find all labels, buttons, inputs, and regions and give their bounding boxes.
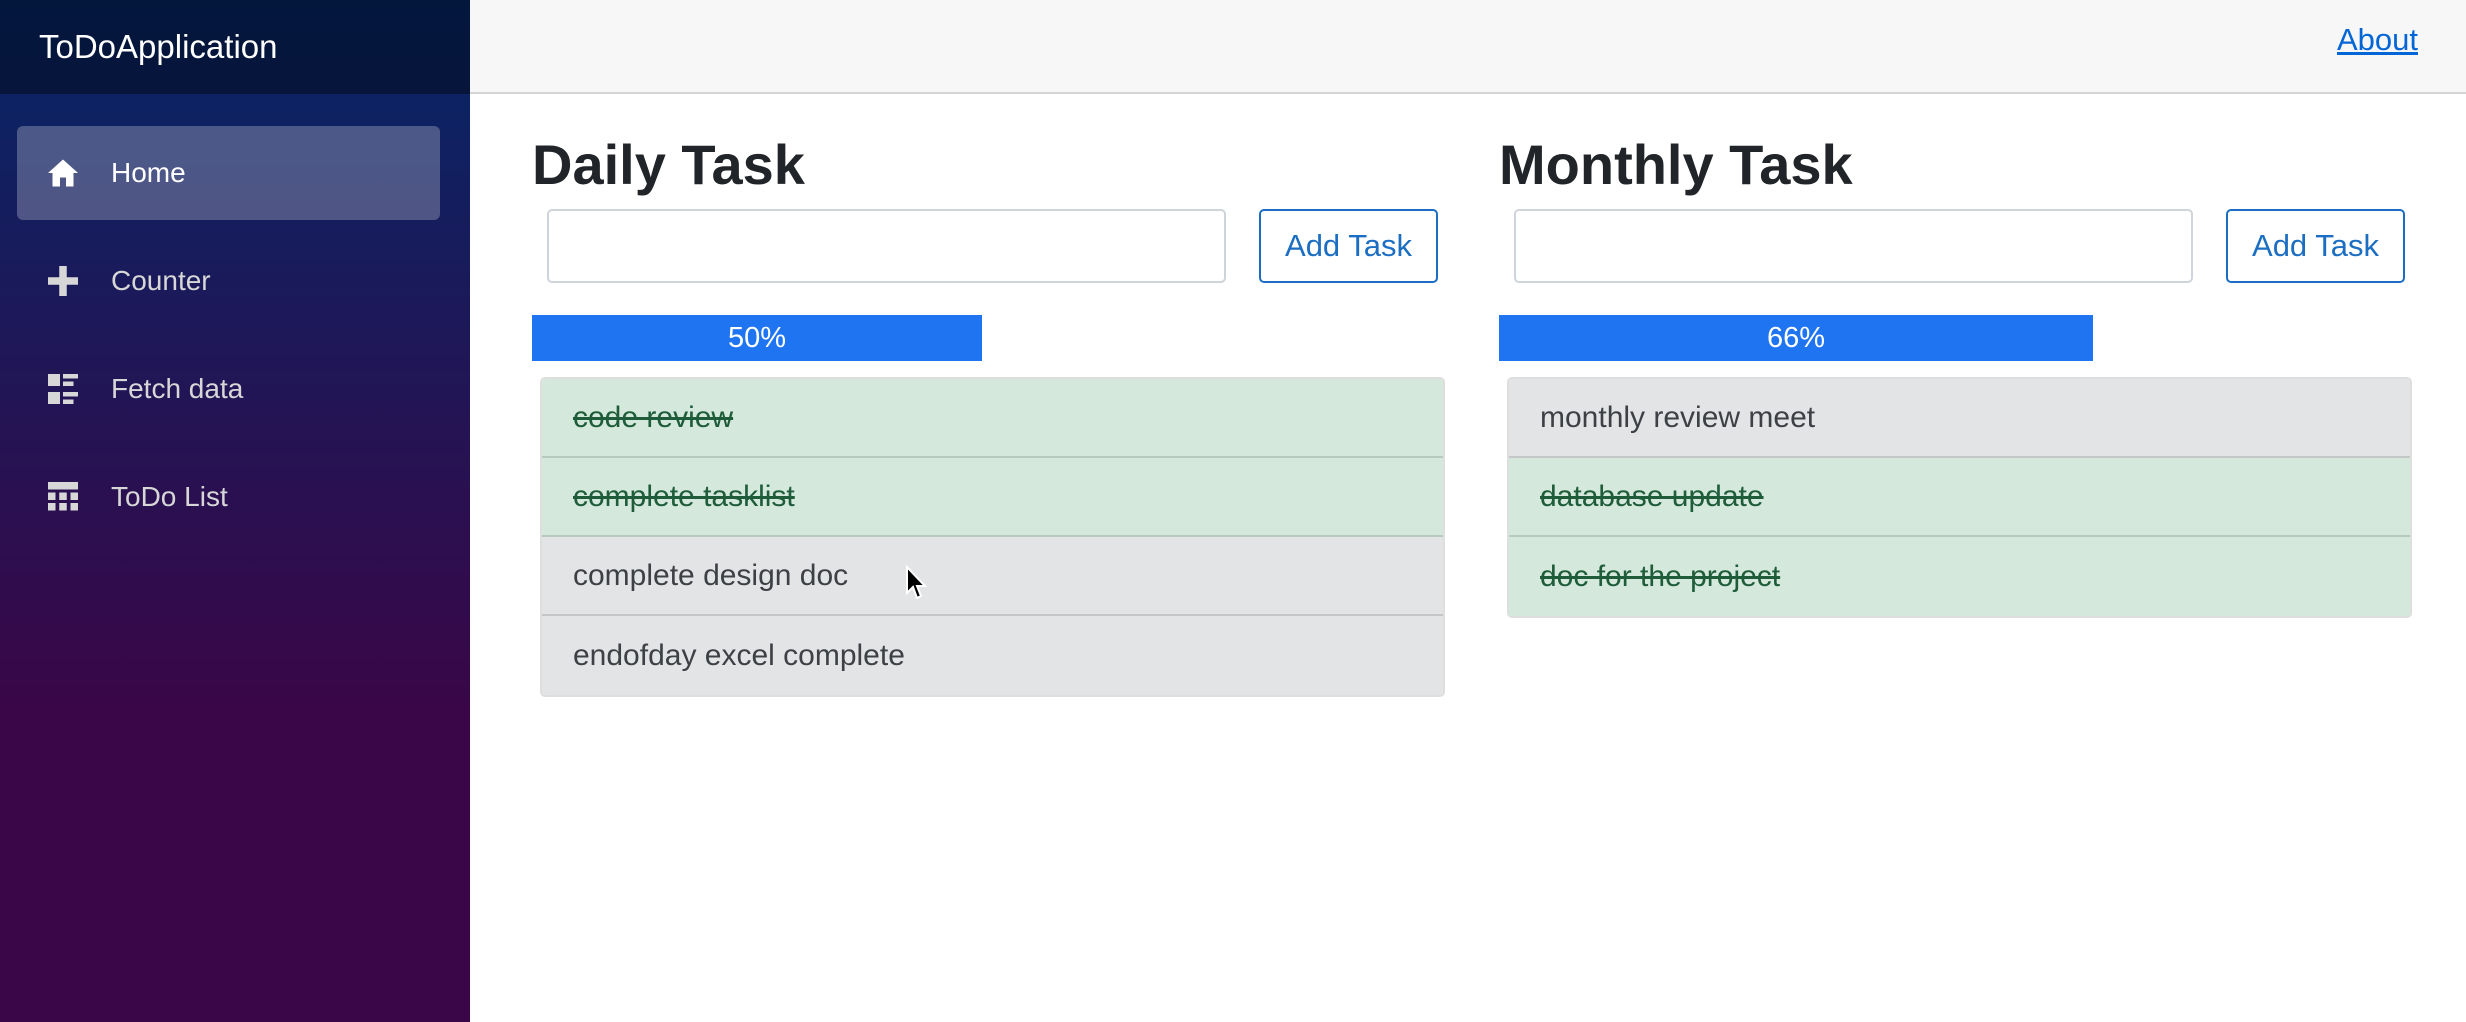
sidebar-item-label: ToDo List xyxy=(111,481,228,512)
sidebar-item-counter[interactable]: Counter xyxy=(17,234,440,328)
list-item[interactable]: database update xyxy=(1509,458,2410,537)
sidebar-item-label: Home xyxy=(111,157,186,188)
sidebar: ToDoApplication Home Counter Fetch data … xyxy=(0,0,470,1022)
daily-task-panel: Daily Task Add Task 50% code review comp… xyxy=(532,125,1445,697)
about-link[interactable]: About xyxy=(2337,22,2418,58)
monthly-progress: 66% xyxy=(1499,315,2399,361)
monthly-add-task-button[interactable]: Add Task xyxy=(2226,209,2405,283)
list-item[interactable]: monthly review meet xyxy=(1509,379,2410,458)
mouse-cursor-icon xyxy=(906,565,927,600)
list-item[interactable]: endofday excel complete xyxy=(542,616,1443,695)
daily-task-list: code review complete tasklist complete d… xyxy=(540,377,1445,697)
monthly-task-title: Monthly Task xyxy=(1499,133,1853,196)
list-rich-icon xyxy=(45,371,81,407)
daily-add-task-button[interactable]: Add Task xyxy=(1259,209,1438,283)
monthly-task-input[interactable] xyxy=(1514,209,2193,283)
daily-task-input[interactable] xyxy=(547,209,1226,283)
daily-progress: 50% xyxy=(532,315,1432,361)
list-item[interactable]: complete tasklist xyxy=(542,458,1443,537)
sidebar-item-fetch-data[interactable]: Fetch data xyxy=(17,342,440,436)
brand-title[interactable]: ToDoApplication xyxy=(39,28,277,66)
daily-progress-bar: 50% xyxy=(532,315,982,361)
list-item[interactable]: code review xyxy=(542,379,1443,458)
monthly-task-list: monthly review meet database update doc … xyxy=(1507,377,2412,618)
monthly-task-panel: Monthly Task Add Task 66% monthly review… xyxy=(1499,125,2412,618)
monthly-progress-bar: 66% xyxy=(1499,315,2093,361)
plus-icon xyxy=(45,263,81,299)
app-root: ToDoApplication Home Counter Fetch data … xyxy=(0,0,2466,1022)
sidebar-item-label: Counter xyxy=(111,265,211,296)
list-item[interactable]: complete design doc xyxy=(542,537,1443,616)
sidebar-item-home[interactable]: Home xyxy=(17,126,440,220)
home-icon xyxy=(45,155,81,191)
sidebar-item-todo-list[interactable]: ToDo List xyxy=(17,450,440,544)
sidebar-item-label: Fetch data xyxy=(111,373,244,404)
top-row: About xyxy=(470,0,2466,94)
brand-bar: ToDoApplication xyxy=(0,0,470,94)
daily-task-title: Daily Task xyxy=(532,133,805,196)
sidebar-nav: Home Counter Fetch data ToDo List xyxy=(0,94,470,544)
spreadsheet-icon xyxy=(45,479,81,515)
list-item[interactable]: doc for the project xyxy=(1509,537,2410,616)
